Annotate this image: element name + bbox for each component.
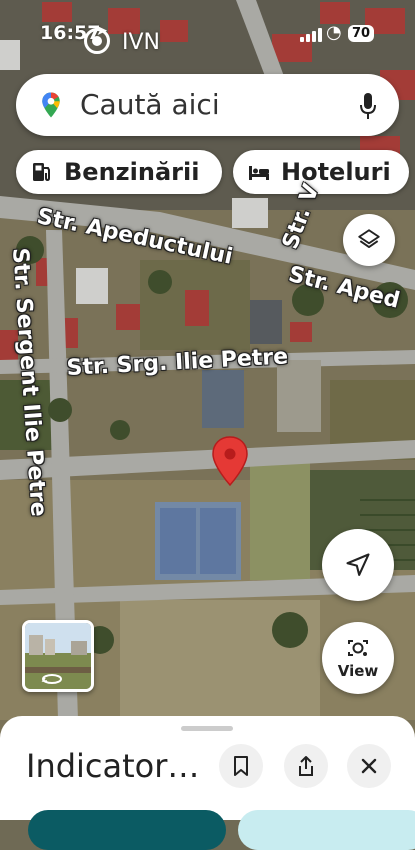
- street-view-icon: [41, 674, 62, 684]
- chip-gas-stations[interactable]: Benzinării: [16, 150, 222, 194]
- secondary-action-button[interactable]: [238, 810, 415, 850]
- save-button[interactable]: [219, 744, 263, 788]
- view-button[interactable]: View: [322, 622, 394, 694]
- chip-label: Hoteluri: [281, 158, 391, 186]
- bed-icon: [249, 166, 269, 180]
- bookmark-icon: [234, 756, 248, 776]
- location-ring-icon: [84, 28, 110, 54]
- place-title: Indicator…: [26, 747, 200, 785]
- share-icon: [299, 756, 313, 776]
- signal-icon: [300, 28, 322, 42]
- drag-handle[interactable]: [181, 726, 233, 731]
- google-maps-pin-icon: [42, 92, 60, 118]
- layers-icon: [358, 229, 380, 249]
- search-input[interactable]: Caută aici: [80, 88, 220, 121]
- gas-station-icon: [33, 163, 50, 182]
- status-bar: 16:57 ➤ IVN ◔ 70: [0, 0, 415, 70]
- share-button[interactable]: [284, 744, 328, 788]
- directions-button[interactable]: [28, 810, 226, 850]
- search-bar[interactable]: Caută aici: [16, 74, 399, 136]
- navigation-arrow-icon: [346, 553, 370, 576]
- close-button[interactable]: [347, 744, 391, 788]
- layers-button[interactable]: [343, 214, 395, 266]
- carrier-name: IVN: [122, 30, 160, 55]
- microphone-icon[interactable]: [359, 92, 377, 120]
- view-label: View: [337, 662, 379, 680]
- wifi-icon: ◔: [326, 22, 342, 43]
- battery-icon: 70: [348, 25, 375, 42]
- my-location-button[interactable]: [322, 529, 394, 601]
- close-icon: [361, 758, 377, 774]
- street-view-thumbnail[interactable]: [22, 620, 94, 692]
- map-marker-icon[interactable]: [211, 436, 249, 486]
- lens-camera-icon: [348, 640, 368, 656]
- place-bottom-sheet[interactable]: Indicator…: [0, 716, 415, 850]
- chip-label: Benzinării: [64, 158, 200, 186]
